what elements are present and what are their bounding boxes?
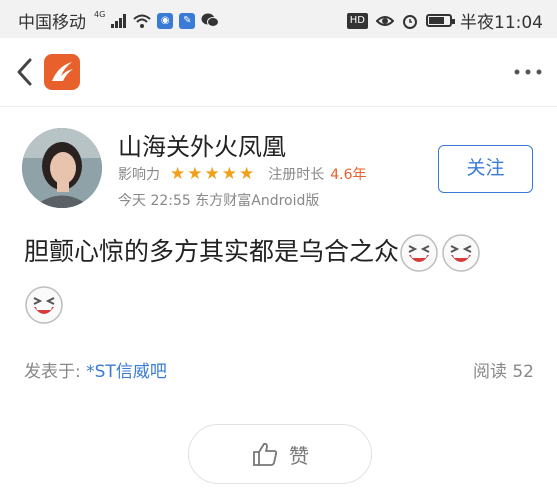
thumbs-up-icon [253,442,278,466]
like-button[interactable]: 赞 [188,424,372,484]
post-footer: 发表于: *ST信威吧 阅读 52 [24,357,534,382]
avatar-portrait [22,128,102,208]
alarm-icon [403,14,417,29]
eye-icon [376,15,394,26]
author-name[interactable]: 山海关外火凤凰 [118,127,286,162]
hd-icon: HD [346,12,368,29]
author-avatar[interactable] [22,128,102,208]
status-bar: 中国移动 4G ◉ ✎ HD 半夜11:04 [0,0,557,38]
like-label: 赞 [289,443,309,468]
status-time: 半夜11:04 [460,13,543,33]
network-type: 4G [94,10,106,19]
app-logo[interactable] [44,54,80,90]
read-count: 阅读 52 [472,362,534,382]
wifi-icon [133,14,151,28]
posted-in-label: 发表于: [24,362,81,382]
registration-value: 4.6年 [330,167,367,183]
author-meta: 影响力 ★ ★ ★ ★ ★ 注册时长 4.6年 [118,164,367,184]
star-icon: ★ [221,164,237,184]
influence-label: 影响力 [118,167,160,183]
star-icon: ★ [239,164,255,184]
follow-button[interactable]: 关注 [438,145,533,193]
post-time-source: 今天 22:55 东方财富Android版 [118,193,320,209]
star-icon: ★ [204,164,220,184]
post-text: 胆颤心惊的多方其实都是乌合之众 [24,237,400,266]
laughing-emoji-icon [25,286,63,324]
logo-wing-icon [52,62,73,81]
carrier-label: 中国移动 [18,13,86,33]
status-bar-left: 中国移动 4G ◉ ✎ [18,8,220,33]
board-link[interactable]: *ST信威吧 [86,362,167,382]
laughing-emoji-icon [400,234,438,272]
post-content: 胆颤心惊的多方其实都是乌合之众 [24,226,534,330]
star-icon: ★ [170,164,186,184]
laughing-emoji-icon [442,234,480,272]
star-icon: ★ [187,164,203,184]
nav-bar [0,38,557,107]
status-bar-right: HD 半夜11:04 [346,8,543,33]
battery-icon [426,14,455,27]
wechat-icon [201,13,220,27]
more-options-icon[interactable] [513,64,543,80]
signal-icon [111,13,127,28]
back-arrow-icon[interactable] [10,52,40,92]
app-notification-icon-2: ✎ [179,12,196,29]
registration-label: 注册时长 [268,167,325,183]
app-notification-icon: ◉ [157,12,174,29]
influence-stars: ★ ★ ★ ★ ★ [170,164,256,184]
